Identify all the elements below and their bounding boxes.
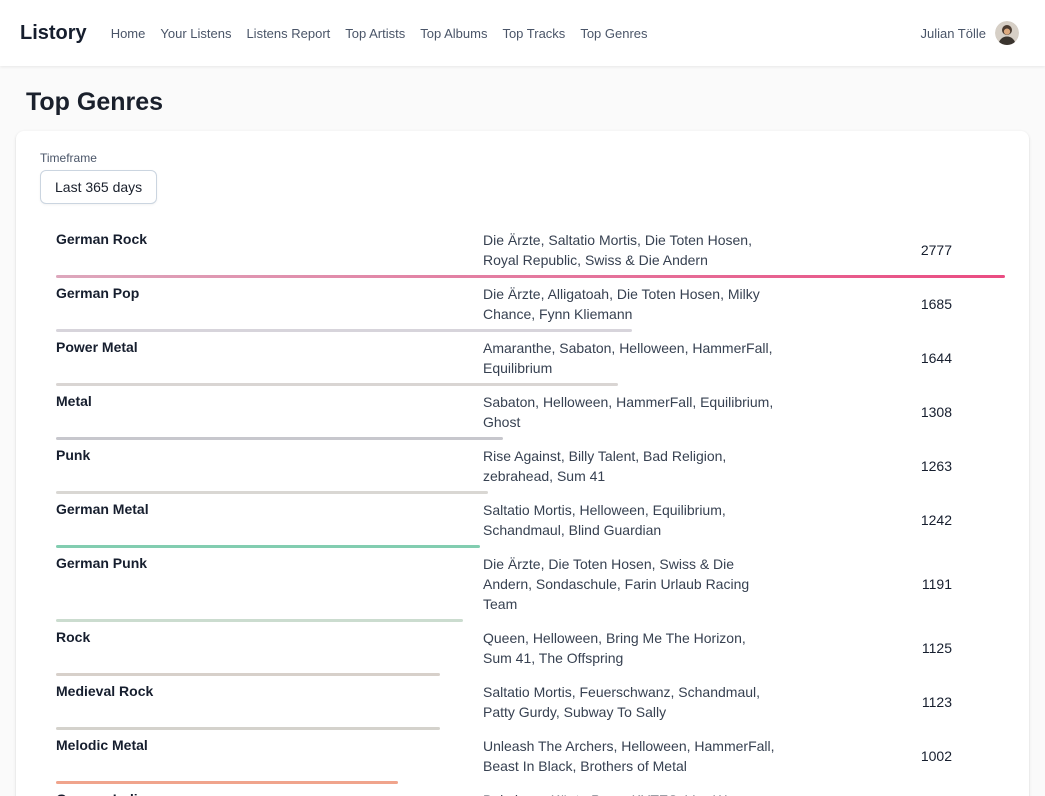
- genre-artists: Saltatio Mortis, Feuerschwanz, Schandmau…: [483, 682, 775, 722]
- genre-row: Melodic Metal Unleash The Archers, Hello…: [56, 736, 1005, 784]
- genre-count: 1263: [775, 458, 1005, 474]
- genre-name: Medieval Rock: [56, 682, 483, 699]
- genre-row: Rock Queen, Helloween, Bring Me The Hori…: [56, 628, 1005, 676]
- genre-row: Metal Sabaton, Helloween, HammerFall, Eq…: [56, 392, 1005, 440]
- genre-bar-track: [56, 545, 1005, 548]
- genre-row: Punk Rise Against, Billy Talent, Bad Rel…: [56, 446, 1005, 494]
- genre-bar-track: [56, 619, 1005, 622]
- genre-count: 1002: [775, 748, 1005, 764]
- genre-row: German Rock Die Ärzte, Saltatio Mortis, …: [56, 230, 1005, 278]
- page-title: Top Genres: [26, 88, 1045, 117]
- genre-row-main: German Punk Die Ärzte, Die Toten Hosen, …: [56, 554, 1005, 614]
- genre-row: Medieval Rock Saltatio Mortis, Feuerschw…: [56, 682, 1005, 730]
- genre-bar-track: [56, 329, 1005, 332]
- genre-bar-track: [56, 437, 1005, 440]
- genre-bar: [56, 383, 618, 386]
- genre-name: Melodic Metal: [56, 736, 483, 753]
- app-logo[interactable]: Listory: [20, 22, 87, 45]
- genre-count: 1308: [775, 404, 1005, 420]
- nav-link-top-genres[interactable]: Top Genres: [580, 26, 647, 41]
- genre-count: 1644: [775, 350, 1005, 366]
- nav-link-top-tracks[interactable]: Top Tracks: [502, 26, 565, 41]
- genre-row: German Metal Saltatio Mortis, Helloween,…: [56, 500, 1005, 548]
- genre-bar: [56, 619, 463, 622]
- nav-link-your-listens[interactable]: Your Listens: [160, 26, 231, 41]
- genre-artists: Die Ärzte, Die Toten Hosen, Swiss & Die …: [483, 554, 775, 614]
- genre-name: Rock: [56, 628, 483, 645]
- genre-name: German Metal: [56, 500, 483, 517]
- genre-artists: Amaranthe, Sabaton, Helloween, HammerFal…: [483, 338, 775, 378]
- nav-link-listens-report[interactable]: Listens Report: [246, 26, 330, 41]
- genre-bar: [56, 275, 1005, 278]
- genre-row-main: Power Metal Amaranthe, Sabaton, Hellowee…: [56, 338, 1005, 378]
- genre-bar-track: [56, 491, 1005, 494]
- nav-link-home[interactable]: Home: [111, 26, 146, 41]
- avatar-photo-icon: [995, 21, 1019, 45]
- genre-row-main: Medieval Rock Saltatio Mortis, Feuerschw…: [56, 682, 1005, 722]
- genre-bar: [56, 673, 440, 676]
- genre-artists: Die Ärzte, Saltatio Mortis, Die Toten Ho…: [483, 230, 775, 270]
- genre-bar: [56, 545, 480, 548]
- genre-bar: [56, 781, 398, 784]
- user-name: Julian Tölle: [920, 26, 986, 41]
- genre-count: 1191: [775, 576, 1005, 592]
- top-genres-card: Timeframe Last 365 days German Rock Die …: [16, 131, 1029, 796]
- genre-artists: Bukahara, Käptn Peng, KYTES, Von Wegen L…: [483, 790, 775, 796]
- genre-bar: [56, 329, 632, 332]
- timeframe-label: Timeframe: [40, 151, 1005, 165]
- genre-name: German Indie: [56, 790, 483, 796]
- genre-artists: Saltatio Mortis, Helloween, Equilibrium,…: [483, 500, 775, 540]
- nav-links: Home Your Listens Listens Report Top Artist…: [111, 26, 921, 41]
- navbar: Listory Home Your Listens Listens Report To…: [0, 0, 1045, 66]
- genre-name: Metal: [56, 392, 483, 409]
- genre-count: 1685: [775, 296, 1005, 312]
- genre-artists: Die Ärzte, Alligatoah, Die Toten Hosen, …: [483, 284, 775, 324]
- genre-bar-track: [56, 673, 1005, 676]
- genre-row-main: German Indie Bukahara, Käptn Peng, KYTES…: [56, 790, 1005, 796]
- genre-artists: Rise Against, Billy Talent, Bad Religion…: [483, 446, 775, 486]
- genre-row: Power Metal Amaranthe, Sabaton, Hellowee…: [56, 338, 1005, 386]
- genre-artists: Unleash The Archers, Helloween, HammerFa…: [483, 736, 775, 776]
- genre-bar: [56, 437, 503, 440]
- genre-bar: [56, 727, 440, 730]
- genre-count: 1242: [775, 512, 1005, 528]
- nav-link-top-artists[interactable]: Top Artists: [345, 26, 405, 41]
- genre-list: German Rock Die Ärzte, Saltatio Mortis, …: [56, 230, 1005, 796]
- genre-row: German Punk Die Ärzte, Die Toten Hosen, …: [56, 554, 1005, 622]
- genre-row-main: Metal Sabaton, Helloween, HammerFall, Eq…: [56, 392, 1005, 432]
- genre-bar: [56, 491, 488, 494]
- genre-row-main: German Pop Die Ärzte, Alligatoah, Die To…: [56, 284, 1005, 324]
- genre-bar-track: [56, 781, 1005, 784]
- genre-row-main: German Rock Die Ärzte, Saltatio Mortis, …: [56, 230, 1005, 270]
- genre-row: German Pop Die Ärzte, Alligatoah, Die To…: [56, 284, 1005, 332]
- genre-row: German Indie Bukahara, Käptn Peng, KYTES…: [56, 790, 1005, 796]
- genre-name: German Pop: [56, 284, 483, 301]
- genre-bar-track: [56, 727, 1005, 730]
- genre-name: Power Metal: [56, 338, 483, 355]
- nav-link-top-albums[interactable]: Top Albums: [420, 26, 487, 41]
- genre-name: Punk: [56, 446, 483, 463]
- genre-count: 1123: [775, 694, 1005, 710]
- genre-name: German Rock: [56, 230, 483, 247]
- user-menu: Julian Tölle: [920, 21, 1019, 45]
- genre-bar-track: [56, 383, 1005, 386]
- genre-count: 2777: [775, 242, 1005, 258]
- genre-name: German Punk: [56, 554, 483, 571]
- genre-row-main: Punk Rise Against, Billy Talent, Bad Rel…: [56, 446, 1005, 486]
- timeframe-select[interactable]: Last 365 days: [40, 170, 157, 204]
- genre-row-main: German Metal Saltatio Mortis, Helloween,…: [56, 500, 1005, 540]
- genre-row-main: Melodic Metal Unleash The Archers, Hello…: [56, 736, 1005, 776]
- genre-artists: Queen, Helloween, Bring Me The Horizon, …: [483, 628, 775, 668]
- genre-count: 1125: [775, 640, 1005, 656]
- genre-artists: Sabaton, Helloween, HammerFall, Equilibr…: [483, 392, 775, 432]
- genre-row-main: Rock Queen, Helloween, Bring Me The Hori…: [56, 628, 1005, 668]
- avatar[interactable]: [995, 21, 1019, 45]
- genre-bar-track: [56, 275, 1005, 278]
